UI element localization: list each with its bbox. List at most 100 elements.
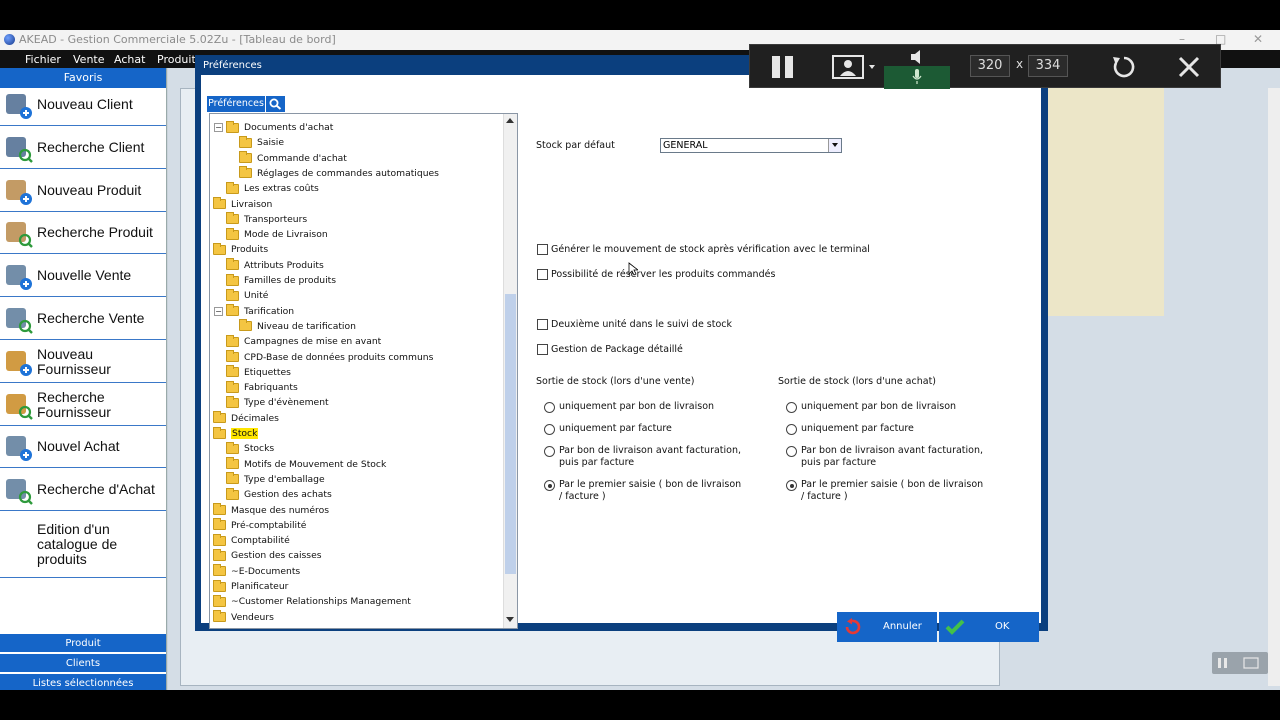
capture-width-input[interactable]: 320	[970, 55, 1010, 77]
dashboard-scrollbar[interactable]	[1268, 88, 1280, 686]
sidebar-tab-selected-lists[interactable]: Listes sélectionnées	[0, 673, 166, 690]
sidebar-tab-clients[interactable]: Clients	[0, 653, 166, 672]
tree-item-label: Gestion des achats	[244, 489, 332, 501]
checkbox-package-detail-label: Gestion de Package détaillé	[551, 344, 683, 355]
purchase-radio-0[interactable]	[786, 402, 797, 413]
menu-achat[interactable]: Achat	[114, 53, 145, 66]
folder-icon	[226, 227, 239, 240]
reset-button[interactable]	[1090, 45, 1154, 89]
tree-item[interactable]: Type d'évènement	[226, 395, 329, 410]
sidebar-item-4[interactable]: Nouvelle Vente	[0, 255, 166, 297]
tree-item[interactable]: Réglages de commandes automatiques	[239, 166, 439, 181]
tree-item[interactable]: Vendeurs	[213, 610, 274, 625]
tree-item[interactable]: ~E-Documents	[213, 564, 300, 579]
tree-item[interactable]: − Documents d'achat	[214, 120, 333, 135]
tree-item[interactable]: ~Customer Relationships Management	[213, 594, 411, 609]
tree-item[interactable]: Attributs Produits	[226, 258, 324, 273]
tree-item[interactable]: Pré-comptabilité	[213, 518, 306, 533]
tree-item[interactable]: Planificateur	[213, 579, 288, 594]
ok-button[interactable]: OK	[939, 612, 1039, 642]
tab-preferences[interactable]: Préférences	[207, 96, 265, 112]
checkbox-reserve-products[interactable]	[537, 269, 548, 280]
tree-item[interactable]: Unité	[226, 288, 268, 303]
window-title: AKEAD - Gestion Commerciale 5.02Zu - [Ta…	[19, 33, 336, 46]
tree-item[interactable]: Saisie	[239, 135, 284, 150]
sidebar-item-5[interactable]: Recherche Vente	[0, 298, 166, 340]
purchase-radio-2[interactable]	[786, 446, 797, 457]
checkbox-generate-movement[interactable]	[537, 244, 548, 255]
preferences-dialog: Préférences Préférences − Documents d'ach…	[195, 55, 1048, 642]
tree-item[interactable]: Niveau de tarification	[239, 319, 356, 334]
sidebar-item-3[interactable]: Recherche Produit	[0, 212, 166, 254]
tree-item[interactable]: Campagnes de mise en avant	[226, 334, 381, 349]
sidebar-item-0[interactable]: Nouveau Client	[0, 84, 166, 126]
sale-radio-3[interactable]	[544, 480, 555, 491]
tree-item[interactable]: Familles de produits	[226, 273, 336, 288]
purchase-radio-1[interactable]	[786, 424, 797, 435]
tree-item[interactable]: Motifs de Mouvement de Stock	[226, 457, 386, 472]
tree-item[interactable]: Mode de Livraison	[226, 227, 328, 242]
scroll-down-icon[interactable]	[506, 617, 514, 622]
menu-produit[interactable]: Produit	[157, 53, 196, 66]
sidebar-item-8[interactable]: Nouvel Achat	[0, 426, 166, 468]
sale-radio-1[interactable]	[544, 424, 555, 435]
cancel-button[interactable]: Annuler	[837, 612, 937, 642]
sale-radio-2[interactable]	[544, 446, 555, 457]
tree-item[interactable]: Gestion des achats	[226, 487, 332, 502]
collapse-icon[interactable]: −	[214, 123, 223, 132]
close-recorder-button[interactable]	[1158, 45, 1220, 89]
tree-item-label: Unité	[244, 290, 269, 302]
sidebar-item-1[interactable]: Recherche Client	[0, 127, 166, 169]
dimension-separator: x	[1016, 57, 1024, 71]
tree-item-label: Masque des numéros	[231, 504, 329, 516]
sidebar-tab-produit[interactable]: Produit	[0, 633, 166, 652]
sidebar-item-10[interactable]: Edition d'un catalogue de produits	[0, 512, 166, 578]
chevron-down-icon[interactable]	[828, 139, 841, 152]
sidebar-item-6[interactable]: Nouveau Fournisseur	[0, 341, 166, 383]
tree-item[interactable]: Masque des numéros	[213, 503, 329, 518]
tree-scroll-thumb[interactable]	[505, 294, 516, 574]
recorder-mini-widget[interactable]	[1212, 652, 1268, 674]
default-stock-select[interactable]: GENERAL	[660, 138, 842, 153]
close-window-button[interactable]: ✕	[1253, 32, 1263, 46]
search-purchase-icon	[3, 475, 33, 505]
tree-item[interactable]: Produits	[213, 242, 268, 257]
search-button[interactable]	[266, 96, 285, 112]
webcam-icon	[832, 55, 875, 79]
capture-height-input[interactable]: 334	[1028, 55, 1068, 77]
sale-radio-0[interactable]	[544, 402, 555, 413]
tree-item[interactable]: Les extras coûts	[226, 181, 319, 196]
pause-button[interactable]	[750, 45, 816, 89]
webcam-button[interactable]	[820, 45, 882, 89]
sidebar-item-7[interactable]: Recherche Fournisseur	[0, 384, 166, 426]
tree-scrollbar[interactable]	[503, 114, 517, 628]
tree-item[interactable]: Comptabilité	[213, 533, 290, 548]
sidebar-item-9[interactable]: Recherche d'Achat	[0, 469, 166, 511]
folder-icon	[213, 610, 226, 623]
tree-item[interactable]: Transporteurs	[226, 212, 307, 227]
folder-icon	[226, 120, 239, 133]
tree-item[interactable]: Commande d'achat	[239, 151, 347, 166]
tree-item[interactable]: Type d'emballage	[226, 472, 325, 487]
menu-fichier[interactable]: Fichier	[25, 53, 61, 66]
audio-controls[interactable]	[884, 45, 950, 89]
tree-item[interactable]: CPD-Base de données produits communs	[226, 350, 433, 365]
menu-vente[interactable]: Vente	[73, 53, 105, 66]
checkbox-package-detail[interactable]	[537, 344, 548, 355]
tree-item[interactable]: − Tarification	[214, 304, 294, 319]
sidebar-item-2[interactable]: Nouveau Produit	[0, 170, 166, 212]
tree-item[interactable]: Stocks	[226, 441, 274, 456]
purchase-radio-3[interactable]	[786, 480, 797, 491]
collapse-icon[interactable]: −	[214, 306, 223, 316]
tree-item-label: Type d'emballage	[244, 473, 325, 485]
tree-item[interactable]: Fabriquants	[226, 380, 298, 395]
folder-icon	[226, 304, 239, 317]
tree-item[interactable]: Stock	[213, 426, 259, 441]
tree-item[interactable]: Décimales	[213, 411, 279, 426]
tree-item[interactable]: Gestion des caisses	[213, 548, 322, 563]
tree-item[interactable]: Etiquettes	[226, 365, 291, 380]
checkbox-second-unit[interactable]	[537, 319, 548, 330]
scroll-up-icon[interactable]	[506, 118, 514, 123]
tree-item[interactable]: Livraison	[213, 197, 272, 212]
microphone-button[interactable]	[884, 66, 950, 89]
